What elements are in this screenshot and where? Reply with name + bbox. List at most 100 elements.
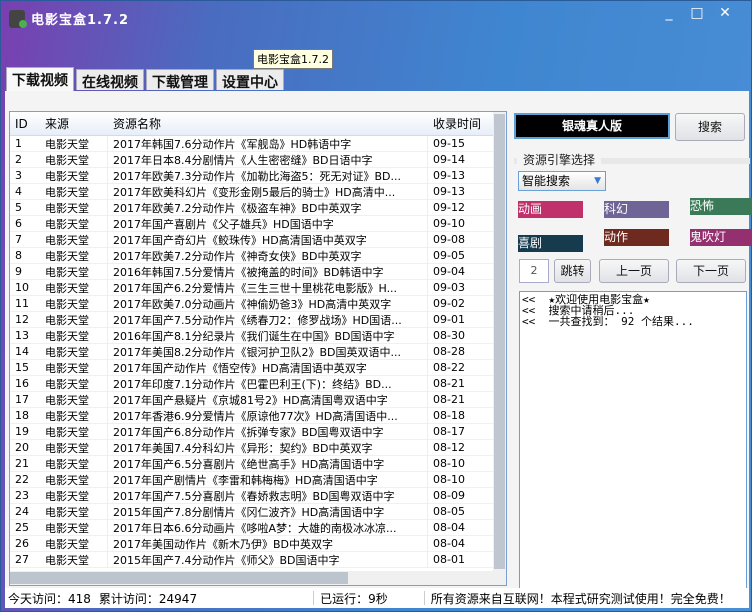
horizontal-scrollbar[interactable] — [10, 571, 506, 585]
jump-button[interactable]: 跳转 — [554, 259, 591, 283]
table-row[interactable]: 20 电影天堂 2017年美国7.4分科幻片《异形：契约》BD中英双字 08-12 — [10, 439, 506, 456]
cell-source: 电影天堂 — [40, 423, 108, 440]
cell-source: 电影天堂 — [40, 215, 108, 232]
table-row[interactable]: 3 电影天堂 2017年欧美7.3分动作片《加勒比海盗5：死无对证》BD... 09-… — [10, 167, 506, 184]
app-logo-icon — [9, 9, 27, 28]
tab-online-video[interactable]: 在线视频 — [76, 69, 144, 91]
prev-page-button[interactable]: 上一页 — [599, 259, 669, 283]
cell-id: 20 — [15, 441, 29, 454]
table-row[interactable]: 8 电影天堂 2017年欧美7.2分动作片《神奇女侠》BD中英双字 09-05 — [10, 247, 506, 264]
scrollbar-thumb[interactable] — [494, 114, 505, 569]
cell-source: 电影天堂 — [40, 183, 108, 200]
table-row[interactable]: 23 电影天堂 2017年国产7.5分喜剧片《春娇救志明》BD国粤双语中字 08-09 — [10, 487, 506, 504]
cell-source: 电影天堂 — [40, 247, 108, 264]
table-row[interactable]: 22 电影天堂 2017年国产剧情片《李雷和韩梅梅》HD高清国语中字 08-10 — [10, 471, 506, 488]
cell-id: 23 — [15, 489, 29, 502]
cell-name: 2016年韩国7.5分爱情片《被掩盖的时间》BD韩语中字 — [108, 263, 428, 280]
cell-source: 电影天堂 — [40, 455, 108, 472]
window-title: 电影宝盒1.7.2 — [31, 13, 130, 28]
minimize-button[interactable]: _ — [655, 5, 683, 21]
vertical-scrollbar[interactable] — [493, 112, 506, 572]
cell-name: 2017年美国7.4分科幻片《异形：契约》BD中英双字 — [108, 439, 428, 456]
category-button[interactable]: 恐怖 — [690, 198, 752, 215]
cell-source: 电影天堂 — [40, 535, 108, 552]
cell-source: 电影天堂 — [40, 487, 108, 504]
cell-id: 19 — [15, 425, 29, 438]
cell-id: 8 — [15, 249, 22, 262]
table-row[interactable]: 12 电影天堂 2017年国产7.5分动作片《绣春刀2：修罗战场》HD国语... 09… — [10, 311, 506, 328]
category-button[interactable]: 动画 — [518, 201, 583, 218]
close-button[interactable]: ✕ — [711, 5, 739, 21]
total-visits: 累计访问：24947 — [98, 591, 198, 606]
column-header-id[interactable]: ID — [10, 117, 40, 131]
table-row[interactable]: 7 电影天堂 2017年国产奇幻片《鲛珠传》HD高清国语中英双字 09-08 — [10, 231, 506, 248]
table-row[interactable]: 11 电影天堂 2017年欧美7.0分动画片《神偷奶爸3》HD高清中英双字 09-02 — [10, 295, 506, 312]
log-line: << 一共查找到： 92 个结果... — [522, 315, 694, 328]
table-row[interactable]: 6 电影天堂 2017年国产喜剧片《父子雄兵》HD国语中字 09-10 — [10, 215, 506, 232]
page-number-input[interactable]: 2 — [519, 259, 549, 283]
scrollbar-thumb[interactable] — [10, 572, 348, 584]
table-row[interactable]: 21 电影天堂 2017年国产6.5分喜剧片《绝世高手》HD高清国语中字 08-10 — [10, 455, 506, 472]
cell-date: 08-04 — [433, 537, 465, 550]
cell-id: 10 — [15, 281, 29, 294]
next-page-button[interactable]: 下一页 — [676, 259, 746, 283]
cell-date: 08-18 — [433, 409, 465, 422]
cell-id: 13 — [15, 329, 29, 342]
table-row[interactable]: 13 电影天堂 2016年国产8.1分纪录片《我们诞生在中国》BD国语中字 08-30 — [10, 327, 506, 344]
cell-date: 08-22 — [433, 361, 465, 374]
table-row[interactable]: 2 电影天堂 2017年日本8.4分剧情片《人生密密缝》BD日语中字 09-14 — [10, 151, 506, 168]
table-row[interactable]: 10 电影天堂 2017年国产6.2分爱情片《三生三世十里桃花电影版》H... 09-… — [10, 279, 506, 296]
cell-date: 08-10 — [433, 473, 465, 486]
cell-name: 2017年国产6.2分爱情片《三生三世十里桃花电影版》H... — [108, 279, 428, 296]
column-header-name[interactable]: 资源名称 — [108, 115, 428, 132]
category-button[interactable]: 喜剧 — [518, 235, 583, 252]
title-bar: 电影宝盒1.7.2 — [9, 9, 129, 28]
main-tabs: 下载视频 在线视频 下载管理 设置中心 — [6, 67, 286, 91]
table-row[interactable]: 5 电影天堂 2017年欧美7.2分动作片《极盗车神》BD中英双字 09-12 — [10, 199, 506, 216]
maximize-button[interactable]: □ — [683, 5, 711, 21]
cell-source: 电影天堂 — [40, 263, 108, 280]
cell-source: 电影天堂 — [40, 359, 108, 376]
tab-download-manager[interactable]: 下载管理 — [146, 69, 214, 91]
cell-name: 2015年国产7.8分剧情片《冈仁波齐》HD高清国语中字 — [108, 503, 428, 520]
search-button[interactable]: 搜索 — [675, 113, 745, 141]
table-row[interactable]: 18 电影天堂 2017年香港6.9分爱情片《原谅他77次》HD高清国语中... 08… — [10, 407, 506, 424]
engine-select[interactable]: 智能搜索 ▼ — [518, 171, 606, 191]
cell-source: 电影天堂 — [40, 503, 108, 520]
table-row[interactable]: 9 电影天堂 2016年韩国7.5分爱情片《被掩盖的时间》BD韩语中字 09-04 — [10, 263, 506, 280]
column-header-source[interactable]: 来源 — [40, 115, 108, 132]
cell-name: 2017年国产奇幻片《鲛珠传》HD高清国语中英双字 — [108, 231, 428, 248]
cell-name: 2017年美国动作片《新木乃伊》BD中英双字 — [108, 535, 428, 552]
table-row[interactable]: 14 电影天堂 2017年美国8.2分动作片《银河护卫队2》BD国英双语中... 08… — [10, 343, 506, 360]
column-header-date[interactable]: 收录时间 — [428, 115, 488, 132]
table-row[interactable]: 4 电影天堂 2017年欧美科幻片《变形金刚5最后的骑士》HD高清中... 09-13 — [10, 183, 506, 200]
cell-name: 2017年欧美7.3分动作片《加勒比海盗5：死无对证》BD... — [108, 167, 428, 184]
table-row[interactable]: 24 电影天堂 2015年国产7.8分剧情片《冈仁波齐》HD高清国语中字 08-05 — [10, 503, 506, 520]
table-row[interactable]: 16 电影天堂 2017年印度7.1分动作片《巴霍巴利王(下)：终结》BD... 08… — [10, 375, 506, 392]
cell-date: 08-12 — [433, 441, 465, 454]
table-row[interactable]: 15 电影天堂 2017年国产动作片《悟空传》HD高清国语中英双字 08-22 — [10, 359, 506, 376]
cell-id: 15 — [15, 361, 29, 374]
category-button[interactable]: 动作 — [604, 229, 669, 246]
category-button[interactable]: 鬼吹灯 — [690, 229, 752, 246]
table-row[interactable]: 17 电影天堂 2017年国产悬疑片《京城81号2》HD高清国粤双语中字 08-21 — [10, 391, 506, 408]
table-row[interactable]: 25 电影天堂 2017年日本6.6分动画片《哆啦A梦：大雄的南极冰冰凉... 08-… — [10, 519, 506, 536]
log-output[interactable]: << ★欢迎使用电影宝盒★ << 搜索中请稍后... << 一共查找到： 92 … — [519, 291, 747, 591]
tab-download-video[interactable]: 下载视频 — [6, 67, 74, 91]
table-row[interactable]: 19 电影天堂 2017年国产6.8分动作片《拆弹专家》BD国粤双语中字 08-17 — [10, 423, 506, 440]
table-row[interactable]: 27 电影天堂 2015年国产7.4分动作片《师父》BD国语中字 08-01 — [10, 551, 506, 568]
table-row[interactable]: 1 电影天堂 2017年韩国7.6分动作片《军舰岛》HD韩语中字 09-15 — [10, 135, 506, 152]
resource-table[interactable]: ID 来源 资源名称 收录时间 1 电影天堂 2017年韩国7.6分动作片《军舰岛》… — [9, 111, 507, 586]
cell-name: 2017年欧美7.2分动作片《极盗车神》BD中英双字 — [108, 199, 428, 216]
category-button[interactable]: 科幻 — [604, 201, 669, 218]
table-row[interactable]: 26 电影天堂 2017年美国动作片《新木乃伊》BD中英双字 08-04 — [10, 535, 506, 552]
cell-date: 08-17 — [433, 425, 465, 438]
search-input[interactable]: 银魂真人版 — [514, 113, 670, 139]
cell-name: 2015年国产7.4分动作片《师父》BD国语中字 — [108, 551, 428, 568]
tab-settings[interactable]: 设置中心 — [216, 69, 284, 91]
cell-id: 7 — [15, 233, 22, 246]
engine-selected: 智能搜索 — [522, 174, 571, 188]
table-body: 1 电影天堂 2017年韩国7.6分动作片《军舰岛》HD韩语中字 09-15 2 电影天堂… — [10, 135, 506, 568]
cell-source: 电影天堂 — [40, 343, 108, 360]
engine-group-label: 资源引擎选择 — [517, 151, 602, 168]
